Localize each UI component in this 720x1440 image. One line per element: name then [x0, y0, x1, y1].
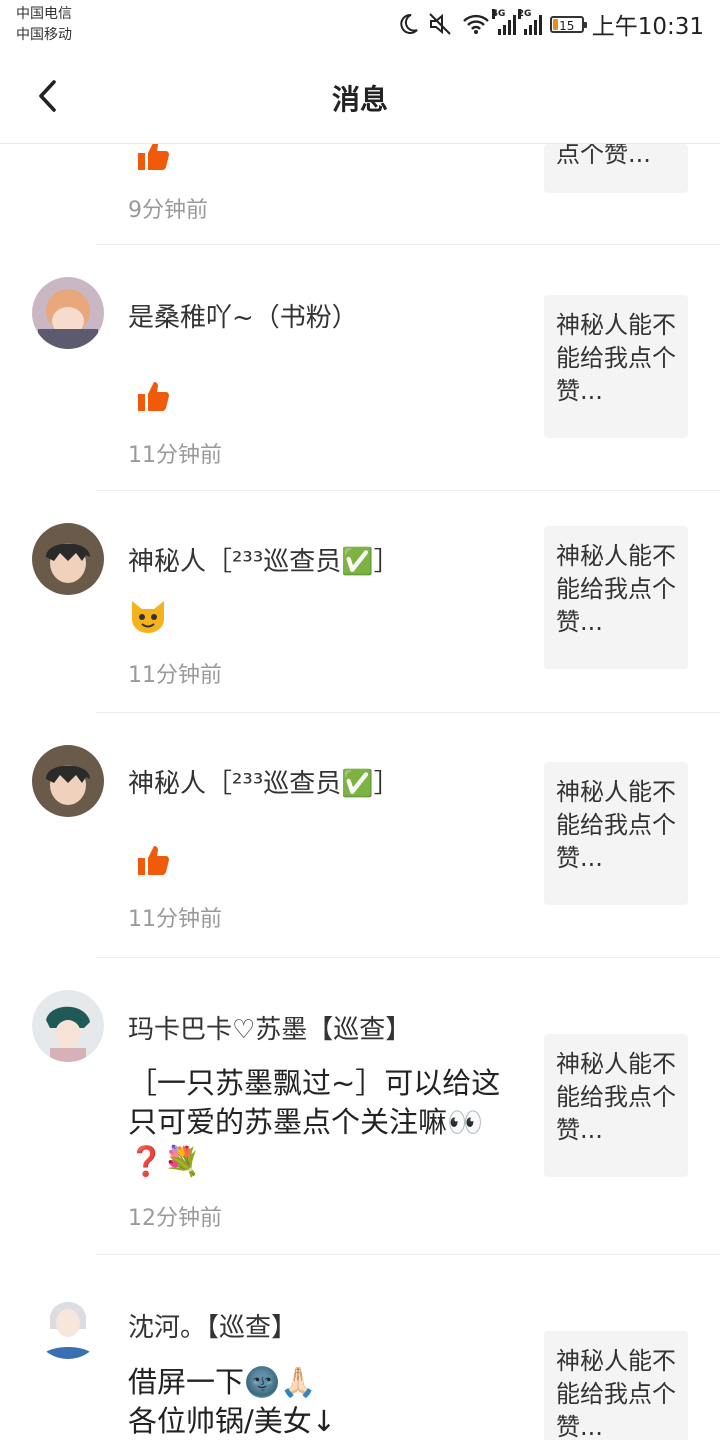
- page-title: 消息: [331, 83, 388, 116]
- battery-level: 15: [559, 18, 575, 33]
- wifi-icon: [462, 14, 489, 34]
- referenced-post[interactable]: 神秘人能不能给我点个赞...: [544, 1034, 688, 1177]
- sender-name[interactable]: 是桑稚吖~（书粉）: [128, 297, 358, 334]
- signal-icon-2: 2G: [517, 9, 542, 35]
- list-item[interactable]: 9分钟前 点个赞...: [0, 144, 720, 245]
- carrier-1: 中国电信: [16, 6, 72, 22]
- battery-icon: 15: [549, 15, 587, 33]
- referenced-post-text: 神秘人能不能给我点个赞...: [556, 311, 676, 405]
- cat-emoji-icon: [132, 601, 164, 633]
- list-item[interactable]: 玛卡巴卡♡苏墨【巡查】 ［一只苏墨飘过~］可以给这只可爱的苏墨点个关注嘛👀❓💐 …: [0, 958, 720, 1254]
- network-type-1: 4G: [491, 9, 506, 19]
- referenced-post[interactable]: 点个赞...: [544, 144, 688, 193]
- message-content: ［一只苏墨飘过~］可以给这只可爱的苏墨点个关注嘛👀❓💐: [128, 1066, 501, 1178]
- message-content: 借屏一下🌚🙏🏻 各位帅锅/美女↓: [128, 1363, 518, 1440]
- message-time: 11分钟前: [128, 663, 222, 688]
- message-list[interactable]: 9分钟前 点个赞... 是桑稚吖~（书粉） 11分钟前 神秘人能不能给我点个赞.…: [0, 144, 720, 1440]
- list-item[interactable]: 神秘人［²³³巡查员✅］ 11分钟前 神秘人能不能给我点个赞...: [0, 713, 720, 958]
- list-item[interactable]: 神秘人［²³³巡查员✅］ 11分钟前 神秘人能不能给我点个赞...: [0, 491, 720, 712]
- list-item[interactable]: 是桑稚吖~（书粉） 11分钟前 神秘人能不能给我点个赞...: [0, 245, 720, 490]
- referenced-post-text: 点个赞...: [556, 144, 651, 168]
- status-bar: 中国电信 中国移动 4G 2G 15 上午10:31: [0, 0, 720, 50]
- sender-name[interactable]: 玛卡巴卡♡苏墨【巡查】: [128, 1009, 411, 1046]
- moon-icon: [400, 13, 418, 34]
- thumbs-up-icon: [138, 846, 169, 875]
- referenced-post[interactable]: 神秘人能不能给我点个赞...: [544, 1331, 688, 1440]
- list-item[interactable]: 沈河。【巡查】 借屏一下🌚🙏🏻 各位帅锅/美女↓ 神秘人能不能给我点个赞...: [0, 1255, 720, 1440]
- clock: 上午10:31: [591, 14, 704, 40]
- referenced-post[interactable]: 神秘人能不能给我点个赞...: [544, 295, 688, 438]
- carrier-labels: 中国电信 中国移动: [16, 4, 72, 46]
- message-content-line: 借屏一下🌚🙏🏻: [128, 1365, 317, 1399]
- carrier-2: 中国移动: [16, 27, 72, 43]
- status-icons: 4G 2G 15 上午10:31: [396, 8, 704, 40]
- referenced-post[interactable]: 神秘人能不能给我点个赞...: [544, 762, 688, 905]
- message-content-line: 各位帅锅/美女↓: [128, 1404, 337, 1438]
- avatar[interactable]: [32, 990, 104, 1062]
- avatar[interactable]: [32, 745, 104, 817]
- signal-icon-1: 4G: [491, 9, 516, 35]
- network-type-2: 2G: [517, 9, 532, 19]
- message-time: 9分钟前: [128, 198, 208, 223]
- sender-name[interactable]: 神秘人［²³³巡查员✅］: [128, 541, 400, 578]
- sender-name[interactable]: 神秘人［²³³巡查员✅］: [128, 763, 400, 800]
- message-time: 12分钟前: [128, 1206, 222, 1231]
- mute-icon: [428, 13, 451, 35]
- referenced-post-text: 神秘人能不能给我点个赞...: [556, 1347, 676, 1440]
- message-time: 11分钟前: [128, 443, 222, 468]
- avatar[interactable]: [32, 523, 104, 595]
- referenced-post-text: 神秘人能不能给我点个赞...: [556, 778, 676, 872]
- nav-header: 消息: [0, 50, 720, 144]
- avatar[interactable]: [32, 1287, 104, 1359]
- thumbs-up-icon: [138, 144, 169, 170]
- sender-name[interactable]: 沈河。【巡查】: [128, 1307, 297, 1344]
- thumbs-up-icon: [138, 382, 169, 411]
- avatar[interactable]: [32, 277, 104, 349]
- referenced-post-text: 神秘人能不能给我点个赞...: [556, 1050, 676, 1144]
- message-time: 11分钟前: [128, 907, 222, 932]
- referenced-post-text: 神秘人能不能给我点个赞...: [556, 542, 676, 636]
- referenced-post[interactable]: 神秘人能不能给我点个赞...: [544, 526, 688, 669]
